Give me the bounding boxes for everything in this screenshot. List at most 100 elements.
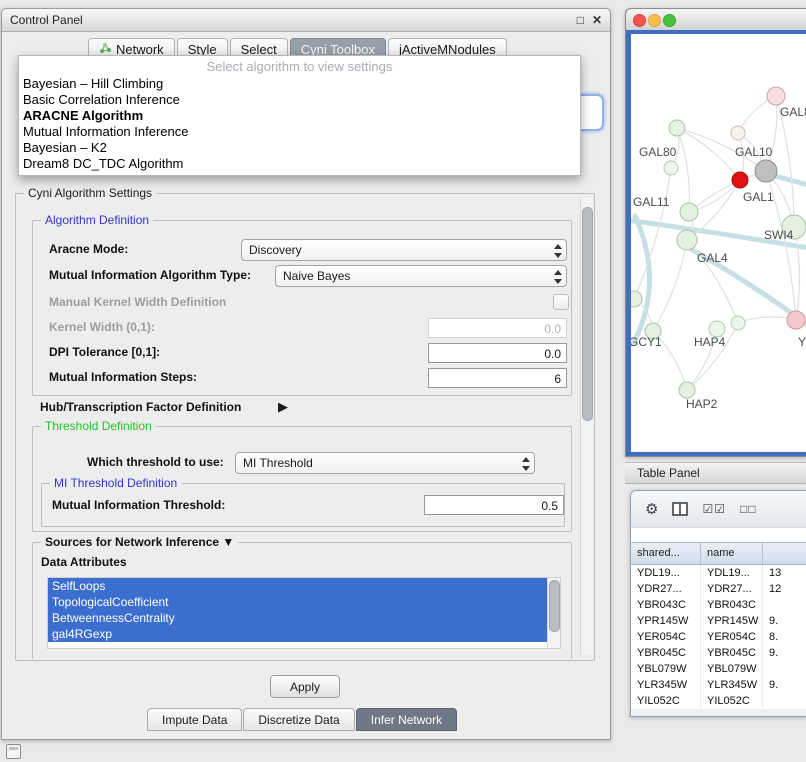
network-node-label: GAL80: [780, 105, 806, 119]
aracne-mode-value: Discovery: [249, 243, 302, 257]
data-attributes-list[interactable]: SelfLoopsTopologicalCoefficientBetweenne…: [47, 577, 561, 649]
network-view-window: GAL80GAL10GAL11GAL1SWI4GAL4GCY1HAP4HAP2G…: [625, 8, 806, 457]
attribute-item-gal4rgexp[interactable]: gal4RGexp: [48, 626, 560, 642]
columns-icon[interactable]: [672, 502, 688, 516]
deselect-all-columns-icon[interactable]: □□: [740, 503, 757, 515]
window-title: Control Panel: [10, 13, 83, 27]
attributes-scrollbar[interactable]: [547, 578, 560, 648]
network-node[interactable]: [664, 161, 678, 175]
table-row-ypr145w[interactable]: YPR145WYPR145W9.: [631, 613, 806, 629]
bottom-tab-impute-data[interactable]: Impute Data: [147, 708, 242, 731]
algorithm-definition-group: Algorithm Definition Aracne Mode: Discov…: [32, 220, 572, 396]
table-body: YDL19...YDL19...13YDR27...YDR27...12YBR0…: [631, 565, 806, 709]
network-node[interactable]: [669, 120, 685, 136]
settings-scrollbar[interactable]: [580, 197, 593, 655]
mac-close-icon[interactable]: [633, 14, 646, 27]
popup-items-container: Bayesian – Hill ClimbingBasic Correlatio…: [19, 76, 580, 172]
kernel-width-field[interactable]: 0.0: [428, 318, 567, 338]
network-node[interactable]: [755, 160, 777, 182]
control-panel-titlebar[interactable]: Control Panel □ ✕: [2, 9, 610, 32]
table-row-ybr043c[interactable]: YBR043CYBR043C: [631, 597, 806, 613]
attribute-item-topologicalcoefficient[interactable]: TopologicalCoefficient: [48, 594, 560, 610]
table-cell: YBL079W: [701, 661, 763, 677]
network-node[interactable]: [677, 230, 697, 250]
table-cell: YDL19...: [701, 565, 763, 581]
table-row-yil052c[interactable]: YIL052CYIL052C: [631, 693, 806, 709]
sources-title[interactable]: Sources for Network Inference ▼: [41, 535, 238, 549]
manual-kernel-label: Manual Kernel Width Definition: [49, 295, 226, 309]
docked-panel-icon[interactable]: [6, 744, 21, 759]
settings-scrollbar-thumb[interactable]: [582, 207, 593, 421]
network-node[interactable]: [767, 87, 785, 105]
table-row-ydr27[interactable]: YDR27...YDR27...12: [631, 581, 806, 597]
network-node[interactable]: [731, 126, 745, 140]
algorithm-option-bayesian-hill-climbing[interactable]: Bayesian – Hill Climbing: [19, 76, 580, 92]
algorithm-option-mutual-information-inference[interactable]: Mutual Information Inference: [19, 124, 580, 140]
table-cell: YPR145W: [631, 613, 701, 629]
network-node[interactable]: [732, 172, 748, 188]
mi-threshold-field[interactable]: 0.5: [424, 495, 564, 515]
aracne-mode-label: Aracne Mode:: [49, 242, 128, 256]
sources-collapse-icon[interactable]: ▼: [222, 535, 234, 549]
table-row-ydl19[interactable]: YDL19...YDL19...13: [631, 565, 806, 581]
table-cell: 8.: [763, 629, 806, 645]
threshold-definition-title: Threshold Definition: [41, 419, 156, 433]
table-row-ybr045c[interactable]: YBR045CYBR045C9.: [631, 645, 806, 661]
mi-type-combo[interactable]: Naive Bayes: [275, 265, 567, 287]
close-window-icon[interactable]: ✕: [592, 14, 602, 26]
apply-button[interactable]: Apply: [270, 675, 340, 698]
table-cell: [763, 693, 806, 709]
table-row-ylr345w[interactable]: YLR345WYLR345W9.: [631, 677, 806, 693]
network-node[interactable]: [631, 291, 642, 307]
attribute-items-container: SelfLoopsTopologicalCoefficientBetweenne…: [48, 578, 560, 642]
network-node-label: GAL11: [633, 195, 670, 209]
network-node[interactable]: [680, 203, 698, 221]
manual-kernel-checkbox[interactable]: [553, 294, 569, 310]
combo-arrows-icon: [521, 457, 529, 471]
table-cell: YBR045C: [631, 645, 701, 661]
hub-definition-label[interactable]: Hub/Transcription Factor Definition: [40, 400, 241, 414]
bottom-tab-discretize-data[interactable]: Discretize Data: [243, 708, 354, 731]
algorithm-option-bayesian-k2[interactable]: Bayesian – K2: [19, 140, 580, 156]
network-node[interactable]: [679, 382, 695, 398]
algorithm-option-dream8-dc-tdc-algorithm[interactable]: Dream8 DC_TDC Algorithm: [19, 156, 580, 172]
algorithm-definition-title: Algorithm Definition: [41, 213, 153, 227]
attributes-scrollbar-thumb[interactable]: [549, 580, 560, 632]
network-node-label: Y: [798, 335, 806, 349]
table-column-header-3[interactable]: [763, 543, 806, 564]
table-panel-header[interactable]: Table Panel: [625, 462, 806, 484]
network-node[interactable]: [787, 311, 805, 329]
mi-type-label: Mutual Information Algorithm Type:: [49, 268, 251, 282]
network-canvas[interactable]: GAL80GAL10GAL11GAL1SWI4GAL4GCY1HAP4HAP2G…: [631, 34, 806, 452]
mi-steps-label: Mutual Information Steps:: [49, 370, 197, 384]
table-row-yer054c[interactable]: YER054CYER054C8.: [631, 629, 806, 645]
hub-expand-icon[interactable]: ▶: [278, 399, 288, 415]
table-panel-window: ⚙ ☑☑ □□ shared...name YDL19...YDL19...13…: [630, 490, 806, 717]
gear-icon[interactable]: ⚙: [645, 502, 658, 517]
network-node-label: HAP4: [694, 335, 726, 349]
algorithm-option-aracne-algorithm[interactable]: ARACNE Algorithm: [19, 108, 580, 124]
threshold-definition-group: Threshold Definition Which threshold to …: [32, 426, 572, 532]
which-threshold-combo[interactable]: MI Threshold: [235, 452, 535, 474]
algorithm-option-basic-correlation-inference[interactable]: Basic Correlation Inference: [19, 92, 580, 108]
attribute-item-betweennesscentrality[interactable]: BetweennessCentrality: [48, 610, 560, 626]
aracne-mode-combo[interactable]: Discovery: [241, 239, 567, 261]
mac-zoom-icon[interactable]: [663, 14, 676, 27]
attribute-item-selfloops[interactable]: SelfLoops: [48, 578, 560, 594]
table-row-ybl079w[interactable]: YBL079WYBL079W: [631, 661, 806, 677]
network-node[interactable]: [731, 316, 745, 330]
table-cell: YDR27...: [701, 581, 763, 597]
dpi-tolerance-field[interactable]: 0.0: [428, 343, 567, 363]
sources-group: Sources for Network Inference ▼ Data Att…: [32, 542, 572, 659]
network-window-titlebar[interactable]: [626, 9, 806, 31]
mac-minimize-icon[interactable]: [648, 14, 661, 27]
select-all-columns-icon[interactable]: ☑☑: [702, 503, 726, 515]
table-cell: YIL052C: [701, 693, 763, 709]
table-cell: 9.: [763, 645, 806, 661]
float-window-icon[interactable]: □: [577, 14, 584, 26]
mi-type-value: Naive Bayes: [283, 269, 350, 283]
mi-steps-field[interactable]: 6: [428, 368, 567, 388]
table-column-header-2[interactable]: name: [701, 543, 763, 564]
bottom-tab-infer-network[interactable]: Infer Network: [356, 708, 457, 731]
table-column-header-1[interactable]: shared...: [631, 543, 701, 564]
